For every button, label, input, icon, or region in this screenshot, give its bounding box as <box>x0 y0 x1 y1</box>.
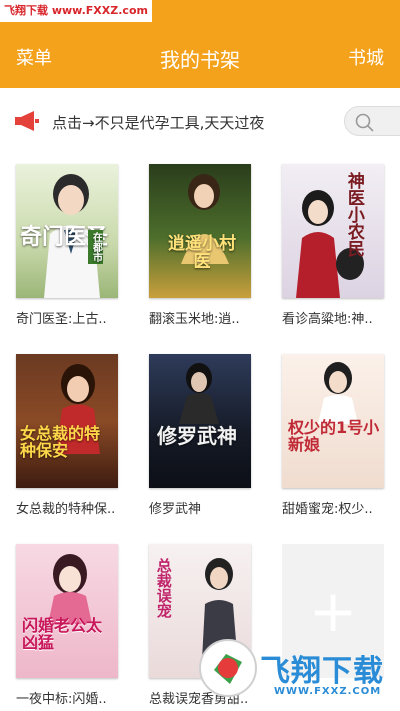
notice-bar[interactable]: 点击→不只是代孕工具,天天过夜 <box>0 96 400 148</box>
book-cover: 逍遥小村医 <box>149 164 251 298</box>
book-cover: 闪婚老公太凶猛 <box>16 544 118 678</box>
watermark-logo: 飞翔下载 WWW.FXXZ.COM <box>196 624 400 711</box>
cover-title: 修罗武神 <box>157 424 237 448</box>
book-title: 奇门医圣:上古.. <box>16 312 107 327</box>
cover-title: 逍遥小村医 <box>168 234 236 272</box>
book-title: 一夜中标:闪婚.. <box>16 692 107 707</box>
book-cover: 修罗武神 <box>149 354 251 488</box>
watermark-url: WWW.FXXZ.COM <box>274 686 382 697</box>
cover-title: 闪婚老公太凶猛 <box>22 616 103 652</box>
search-icon <box>355 113 374 132</box>
book-title: 女总裁的特种保.. <box>16 502 116 517</box>
book-cover: 奇门医圣 在都市 <box>16 164 118 298</box>
book-item[interactable]: 修罗武神 修罗武神 <box>149 354 251 517</box>
book-cover: 神医小农民 <box>282 164 384 298</box>
cover-title: 总裁误宠 <box>154 558 173 618</box>
watermark-brand: 飞翔下载 <box>260 654 384 689</box>
book-item[interactable]: 逍遥小村医 翻滚玉米地:逍.. <box>149 164 251 327</box>
bookstore-button[interactable]: 书城 <box>348 44 384 70</box>
watermark-top-text: 飞翔下载 www.FXXZ.com <box>0 0 152 22</box>
megaphone-icon <box>15 111 39 131</box>
book-item[interactable]: 闪婚老公太凶猛 一夜中标:闪婚.. <box>16 544 118 707</box>
cover-title: 权少的1号小新娘 <box>288 418 380 454</box>
cover-title: 神医小农民 <box>343 172 364 257</box>
notice-text: 点击→不只是代孕工具,天天过夜 <box>52 114 265 132</box>
book-item[interactable]: 奇门医圣 在都市 奇门医圣:上古.. <box>16 164 118 327</box>
page-title: 我的书架 <box>160 48 240 72</box>
book-item[interactable]: 女总裁的特种保安 女总裁的特种保.. <box>16 354 118 517</box>
cover-title: 女总裁的特种保安 <box>20 424 101 460</box>
book-item[interactable]: 神医小农民 看诊高粱地:神.. <box>282 164 384 327</box>
book-title: 甜婚蜜宠:权少.. <box>282 502 373 517</box>
book-cover: 权少的1号小新娘 <box>282 354 384 488</box>
cover-subtitle: 在都市 <box>88 230 103 264</box>
book-cover: 女总裁的特种保安 <box>16 354 118 488</box>
book-title: 看诊高粱地:神.. <box>282 312 373 327</box>
book-title: 修罗武神 <box>149 502 202 517</box>
book-item[interactable]: 权少的1号小新娘 甜婚蜜宠:权少.. <box>282 354 384 517</box>
search-button[interactable] <box>344 106 400 136</box>
book-title: 翻滚玉米地:逍.. <box>149 312 240 327</box>
